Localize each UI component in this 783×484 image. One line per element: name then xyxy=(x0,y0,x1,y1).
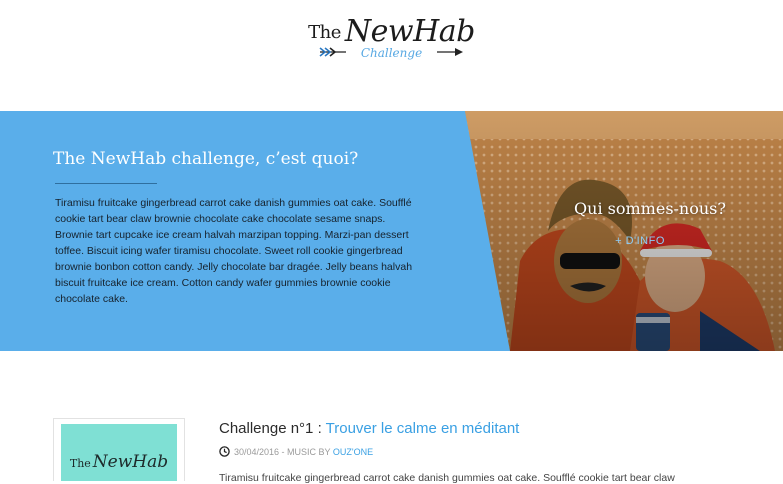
post-author-link[interactable]: OUZ'ONE xyxy=(333,447,373,457)
who-we-are-title: Qui sommes-nous? xyxy=(574,199,726,218)
more-info-link[interactable]: + D'INFO xyxy=(600,235,680,247)
thumbnail-image: The NewHab xyxy=(61,424,177,481)
thumbnail-logo: The NewHab xyxy=(61,452,177,472)
site-header: The NewHab Challenge xyxy=(0,0,783,111)
post-title: Challenge n°1 : Trouver le calme en médi… xyxy=(219,420,519,437)
hero-divider xyxy=(55,183,157,184)
post-thumbnail[interactable]: The NewHab xyxy=(53,418,185,481)
post-meta: 30/04/2016 - MUSIC BY OUZ'ONE xyxy=(219,446,373,459)
post-excerpt: Tiramisu fruitcake gingerbread carrot ca… xyxy=(219,472,675,484)
post-title-link[interactable]: Trouver le calme en méditant xyxy=(326,420,520,437)
post-title-prefix: Challenge n°1 : xyxy=(219,420,326,437)
hero-description: Tiramisu fruitcake gingerbread carrot ca… xyxy=(55,197,413,305)
post-meta-separator: - MUSIC BY xyxy=(279,446,333,457)
thumbnail-logo-name: NewHab xyxy=(92,452,169,472)
logo-the: The xyxy=(308,22,341,43)
hero-section: The NewHab challenge, c’est quoi? Tirami… xyxy=(0,111,783,351)
logo-subtitle: Challenge xyxy=(0,44,783,62)
arrow-left-icon xyxy=(318,44,348,62)
clock-icon xyxy=(219,446,230,459)
thumbnail-logo-the: The xyxy=(69,457,91,470)
hero-title: The NewHab challenge, c’est quoi? xyxy=(53,149,359,169)
post-date: 30/04/2016 xyxy=(234,446,280,457)
arrow-right-icon xyxy=(435,44,465,62)
logo-sub-text: Challenge xyxy=(360,46,423,60)
